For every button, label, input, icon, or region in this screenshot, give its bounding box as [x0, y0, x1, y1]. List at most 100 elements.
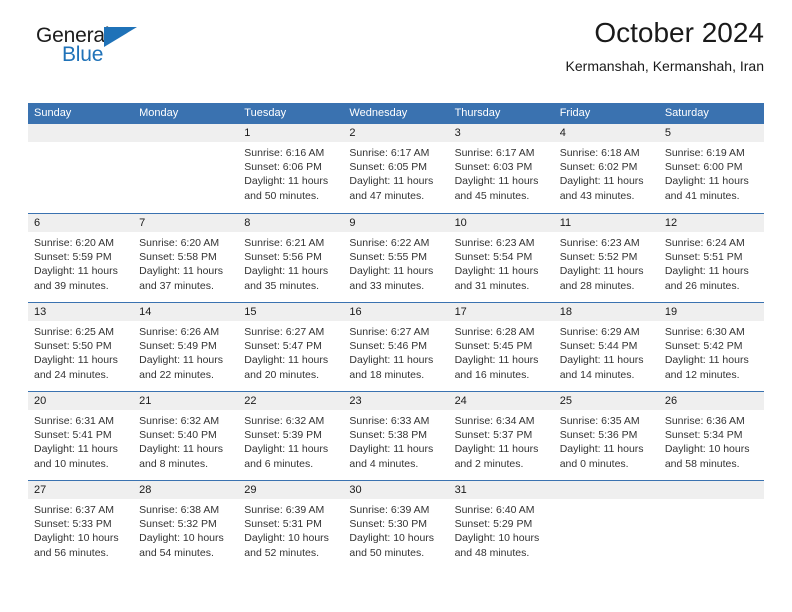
- daylight-text-line1: Daylight: 10 hours: [454, 532, 540, 545]
- weekday-header-thursday: Thursday: [454, 107, 501, 119]
- calendar-day-cell[interactable]: 2 Sunrise: 6:17 AM Sunset: 6:05 PM Dayli…: [343, 124, 449, 213]
- sunset-text: Sunset: 6:05 PM: [349, 161, 428, 174]
- calendar-day-cell[interactable]: 3 Sunrise: 6:17 AM Sunset: 6:03 PM Dayli…: [448, 124, 554, 213]
- daylight-text-line2: and 8 minutes.: [139, 457, 209, 470]
- calendar-day-cell[interactable]: [28, 124, 134, 213]
- day-details: Sunrise: 6:24 AM Sunset: 5:51 PM Dayligh…: [659, 232, 764, 293]
- day-number: 18: [553, 303, 659, 321]
- calendar-day-cell[interactable]: 11 Sunrise: 6:23 AM Sunset: 5:52 PM Dayl…: [553, 214, 659, 302]
- daylight-text-line1: Daylight: 10 hours: [244, 532, 329, 545]
- calendar-day-cell[interactable]: 13 Sunrise: 6:25 AM Sunset: 5:50 PM Dayl…: [28, 303, 134, 391]
- calendar-day-cell[interactable]: 29 Sunrise: 6:39 AM Sunset: 5:31 PM Dayl…: [238, 481, 344, 569]
- day-details: Sunrise: 6:21 AM Sunset: 5:56 PM Dayligh…: [238, 232, 343, 293]
- daylight-text-line2: and 37 minutes.: [139, 279, 214, 292]
- day-details: Sunrise: 6:20 AM Sunset: 5:58 PM Dayligh…: [133, 232, 238, 293]
- day-number: 6: [28, 214, 134, 232]
- location-subtitle: Kermanshah, Kermanshah, Iran: [565, 58, 764, 74]
- calendar-day-cell[interactable]: 15 Sunrise: 6:27 AM Sunset: 5:47 PM Dayl…: [238, 303, 344, 391]
- calendar-day-cell[interactable]: 31 Sunrise: 6:40 AM Sunset: 5:29 PM Dayl…: [448, 481, 554, 569]
- daylight-text-line2: and 47 minutes.: [349, 189, 425, 202]
- day-details: Sunrise: 6:34 AM Sunset: 5:37 PM Dayligh…: [449, 410, 554, 471]
- calendar-week-row: 27 Sunrise: 6:37 AM Sunset: 5:33 PM Dayl…: [28, 480, 764, 569]
- day-details: Sunrise: 6:37 AM Sunset: 5:33 PM Dayligh…: [28, 499, 133, 560]
- calendar-day-cell[interactable]: 8 Sunrise: 6:21 AM Sunset: 5:56 PM Dayli…: [238, 214, 344, 302]
- calendar-day-cell[interactable]: [133, 124, 239, 213]
- daylight-text-line1: Daylight: 11 hours: [454, 443, 539, 456]
- calendar-day-cell[interactable]: 26 Sunrise: 6:36 AM Sunset: 5:34 PM Dayl…: [658, 392, 764, 480]
- day-number: 31: [448, 481, 554, 499]
- calendar-day-cell[interactable]: 7 Sunrise: 6:20 AM Sunset: 5:58 PM Dayli…: [133, 214, 239, 302]
- daylight-text-line1: Daylight: 11 hours: [139, 265, 223, 278]
- daylight-text-line1: Daylight: 11 hours: [559, 443, 644, 456]
- daylight-text-line2: and 10 minutes.: [34, 457, 109, 470]
- calendar-week-row: 13 Sunrise: 6:25 AM Sunset: 5:50 PM Dayl…: [28, 302, 764, 391]
- calendar-day-cell[interactable]: 23 Sunrise: 6:33 AM Sunset: 5:38 PM Dayl…: [343, 392, 449, 480]
- sunset-text: Sunset: 5:37 PM: [454, 429, 533, 442]
- calendar-day-cell[interactable]: 5 Sunrise: 6:19 AM Sunset: 6:00 PM Dayli…: [658, 124, 764, 213]
- calendar-day-cell[interactable]: 22 Sunrise: 6:32 AM Sunset: 5:39 PM Dayl…: [238, 392, 344, 480]
- calendar-day-cell[interactable]: [658, 481, 764, 569]
- calendar-day-cell[interactable]: [553, 481, 659, 569]
- daylight-text-line1: Daylight: 11 hours: [664, 354, 749, 367]
- day-number: 27: [28, 481, 134, 499]
- calendar-day-cell[interactable]: 18 Sunrise: 6:29 AM Sunset: 5:44 PM Dayl…: [553, 303, 659, 391]
- daylight-text-line1: Daylight: 11 hours: [34, 354, 118, 367]
- day-details: Sunrise: 6:23 AM Sunset: 5:54 PM Dayligh…: [449, 232, 554, 293]
- day-details: Sunrise: 6:17 AM Sunset: 6:05 PM Dayligh…: [343, 142, 448, 203]
- calendar-day-cell[interactable]: 25 Sunrise: 6:35 AM Sunset: 5:36 PM Dayl…: [553, 392, 659, 480]
- calendar-day-cell[interactable]: 30 Sunrise: 6:39 AM Sunset: 5:30 PM Dayl…: [343, 481, 449, 569]
- daylight-text-line2: and 12 minutes.: [664, 368, 740, 381]
- daylight-text-line2: and 28 minutes.: [559, 279, 635, 292]
- title-block: October 2024 Kermanshah, Kermanshah, Ira…: [566, 16, 764, 76]
- day-number: 22: [238, 392, 344, 410]
- calendar-day-cell[interactable]: 14 Sunrise: 6:26 AM Sunset: 5:49 PM Dayl…: [133, 303, 239, 391]
- sunset-text: Sunset: 5:51 PM: [664, 251, 743, 264]
- weekday-header-saturday: Saturday: [664, 107, 709, 119]
- calendar-day-cell[interactable]: 28 Sunrise: 6:38 AM Sunset: 5:32 PM Dayl…: [133, 481, 239, 569]
- daylight-text-line2: and 50 minutes.: [349, 546, 425, 559]
- calendar-day-cell[interactable]: 9 Sunrise: 6:22 AM Sunset: 5:55 PM Dayli…: [343, 214, 449, 302]
- day-details: Sunrise: 6:39 AM Sunset: 5:30 PM Dayligh…: [343, 499, 448, 560]
- daylight-text-line1: Daylight: 11 hours: [244, 354, 329, 367]
- day-number: 30: [343, 481, 449, 499]
- calendar-day-cell[interactable]: 6 Sunrise: 6:20 AM Sunset: 5:59 PM Dayli…: [28, 214, 134, 302]
- day-details: Sunrise: 6:32 AM Sunset: 5:40 PM Dayligh…: [133, 410, 238, 471]
- day-details: Sunrise: 6:22 AM Sunset: 5:55 PM Dayligh…: [343, 232, 448, 293]
- day-details: Sunrise: 6:38 AM Sunset: 5:32 PM Dayligh…: [133, 499, 238, 560]
- calendar-day-cell[interactable]: 21 Sunrise: 6:32 AM Sunset: 5:40 PM Dayl…: [133, 392, 239, 480]
- daylight-text-line2: and 41 minutes.: [664, 189, 740, 202]
- calendar-day-cell[interactable]: 10 Sunrise: 6:23 AM Sunset: 5:54 PM Dayl…: [448, 214, 554, 302]
- daylight-text-line1: Daylight: 11 hours: [139, 443, 223, 456]
- calendar-day-cell[interactable]: 1 Sunrise: 6:16 AM Sunset: 6:06 PM Dayli…: [238, 124, 344, 213]
- daylight-text-line1: Daylight: 11 hours: [559, 265, 644, 278]
- daylight-text-line1: Daylight: 10 hours: [34, 532, 119, 545]
- calendar-day-cell[interactable]: 19 Sunrise: 6:30 AM Sunset: 5:42 PM Dayl…: [658, 303, 764, 391]
- sunset-text: Sunset: 5:40 PM: [139, 429, 217, 442]
- calendar-day-cell[interactable]: 20 Sunrise: 6:31 AM Sunset: 5:41 PM Dayl…: [28, 392, 134, 480]
- sunset-text: Sunset: 5:41 PM: [34, 429, 112, 442]
- daylight-text-line2: and 18 minutes.: [349, 368, 425, 381]
- daylight-text-line1: Daylight: 11 hours: [34, 265, 118, 278]
- calendar-day-cell[interactable]: 17 Sunrise: 6:28 AM Sunset: 5:45 PM Dayl…: [448, 303, 554, 391]
- sunrise-text: Sunrise: 6:39 AM: [244, 504, 325, 516]
- calendar-day-cell[interactable]: 24 Sunrise: 6:34 AM Sunset: 5:37 PM Dayl…: [448, 392, 554, 480]
- calendar-day-cell[interactable]: 12 Sunrise: 6:24 AM Sunset: 5:51 PM Dayl…: [658, 214, 764, 302]
- calendar-day-cell[interactable]: 4 Sunrise: 6:18 AM Sunset: 6:02 PM Dayli…: [553, 124, 659, 213]
- calendar-day-cell[interactable]: 16 Sunrise: 6:27 AM Sunset: 5:46 PM Dayl…: [343, 303, 449, 391]
- day-number: 19: [658, 303, 764, 321]
- calendar-day-cell[interactable]: 27 Sunrise: 6:37 AM Sunset: 5:33 PM Dayl…: [28, 481, 134, 569]
- day-number: 5: [658, 124, 764, 142]
- daylight-text-line2: and 2 minutes.: [454, 457, 524, 470]
- day-number: 20: [28, 392, 134, 410]
- sunrise-text: Sunrise: 6:16 AM: [244, 147, 325, 159]
- daylight-text-line1: Daylight: 10 hours: [139, 532, 224, 545]
- daylight-text-line1: Daylight: 11 hours: [559, 175, 644, 188]
- daylight-text-line2: and 0 minutes.: [559, 457, 629, 470]
- day-details: Sunrise: 6:17 AM Sunset: 6:03 PM Dayligh…: [449, 142, 554, 203]
- sunrise-text: Sunrise: 6:37 AM: [34, 504, 114, 516]
- day-details: Sunrise: 6:29 AM Sunset: 5:44 PM Dayligh…: [554, 321, 659, 382]
- sunset-text: Sunset: 5:47 PM: [244, 340, 322, 353]
- day-number: 9: [343, 214, 449, 232]
- general-blue-logo[interactable]: General Blue: [36, 24, 206, 70]
- daylight-text-line1: Daylight: 11 hours: [559, 354, 644, 367]
